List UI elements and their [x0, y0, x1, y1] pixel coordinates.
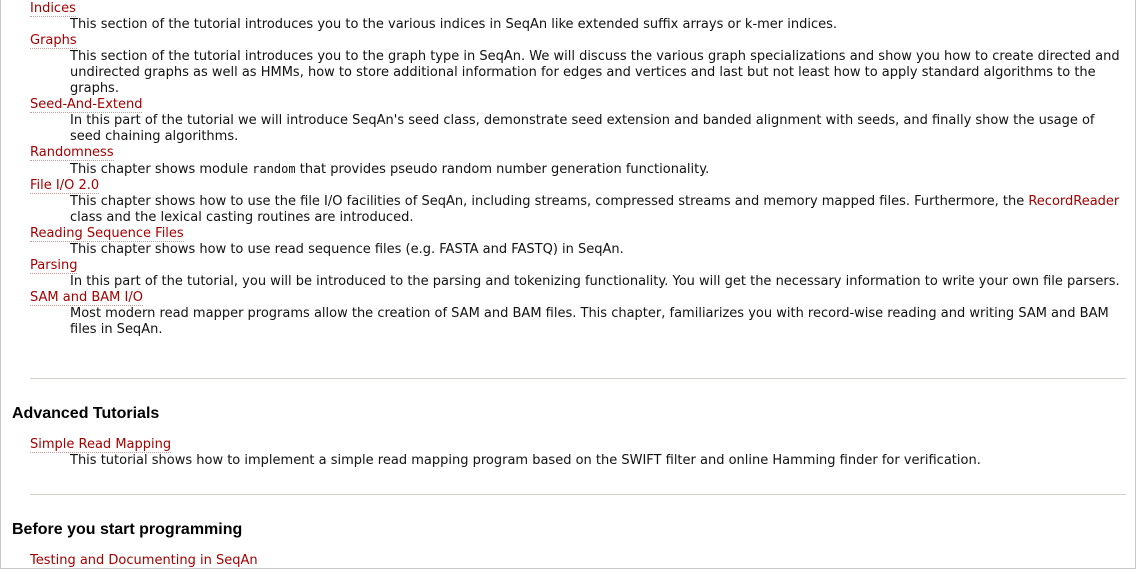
- sam-bam-io-description: Most modern read mapper programs allow t…: [70, 306, 1109, 337]
- random-module-code: random: [252, 162, 296, 176]
- seed-and-extend-description: In this part of the tutorial we will int…: [70, 113, 1095, 144]
- reading-sequence-files-link[interactable]: Reading Sequence Files: [30, 226, 184, 242]
- list-item-term: SAM and BAM I/O: [30, 290, 1128, 306]
- seed-and-extend-link[interactable]: Seed-And-Extend: [30, 97, 143, 113]
- sam-bam-io-link[interactable]: SAM and BAM I/O: [30, 290, 143, 306]
- list-item-term: Simple Read Mapping: [30, 437, 981, 453]
- randomness-desc-pre: This chapter shows module: [70, 162, 253, 177]
- page-frame: Indices This section of the tutorial int…: [0, 0, 1136, 569]
- advanced-tutorials-heading: Advanced Tutorials: [12, 405, 160, 422]
- simple-read-mapping-description: This tutorial shows how to implement a s…: [70, 453, 981, 468]
- parsing-link[interactable]: Parsing: [30, 258, 78, 274]
- randomness-desc-post: that provides pseudo random number gener…: [295, 162, 710, 177]
- before-you-start-list: Testing and Documenting in SeqAn: [12, 553, 258, 568]
- graphs-link[interactable]: Graphs: [30, 33, 77, 49]
- parsing-description: In this part of the tutorial, you will b…: [70, 274, 1120, 289]
- list-item-term: Seed-And-Extend: [30, 97, 1128, 113]
- testing-documenting-link[interactable]: Testing and Documenting in SeqAn: [30, 553, 258, 568]
- indices-description: This section of the tutorial introduces …: [70, 17, 838, 32]
- file-io-description: This chapter shows how to use the file I…: [70, 194, 1128, 226]
- section-divider: [30, 378, 1126, 379]
- list-item-term: Testing and Documenting in SeqAn: [30, 553, 258, 568]
- file-io-desc-pre: This chapter shows how to use the file I…: [70, 194, 1029, 209]
- simple-read-mapping-link[interactable]: Simple Read Mapping: [30, 437, 172, 453]
- list-item-term: Parsing: [30, 258, 1128, 274]
- list-item-term: File I/O 2.0: [30, 178, 1128, 194]
- file-io-desc-post: class and the lexical casting routines a…: [70, 210, 414, 225]
- list-item-term: Indices: [30, 1, 1128, 17]
- indices-link[interactable]: Indices: [30, 1, 76, 17]
- section-divider: [30, 494, 1126, 495]
- list-item-term: Randomness: [30, 145, 1128, 161]
- reading-sequence-files-description: This chapter shows how to use read seque…: [70, 242, 624, 257]
- tutorial-list: Indices This section of the tutorial int…: [12, 1, 1128, 338]
- file-io-link[interactable]: File I/O 2.0: [30, 178, 100, 194]
- list-item-term: Graphs: [30, 33, 1128, 49]
- before-you-start-heading: Before you start programming: [12, 521, 243, 538]
- record-reader-link[interactable]: RecordReader: [1028, 194, 1119, 209]
- advanced-tutorial-list: Simple Read Mapping This tutorial shows …: [12, 437, 981, 469]
- graphs-description: This section of the tutorial introduces …: [70, 49, 1120, 96]
- randomness-link[interactable]: Randomness: [30, 145, 114, 161]
- list-item-term: Reading Sequence Files: [30, 226, 1128, 242]
- randomness-description: This chapter shows module random that pr…: [70, 161, 1128, 178]
